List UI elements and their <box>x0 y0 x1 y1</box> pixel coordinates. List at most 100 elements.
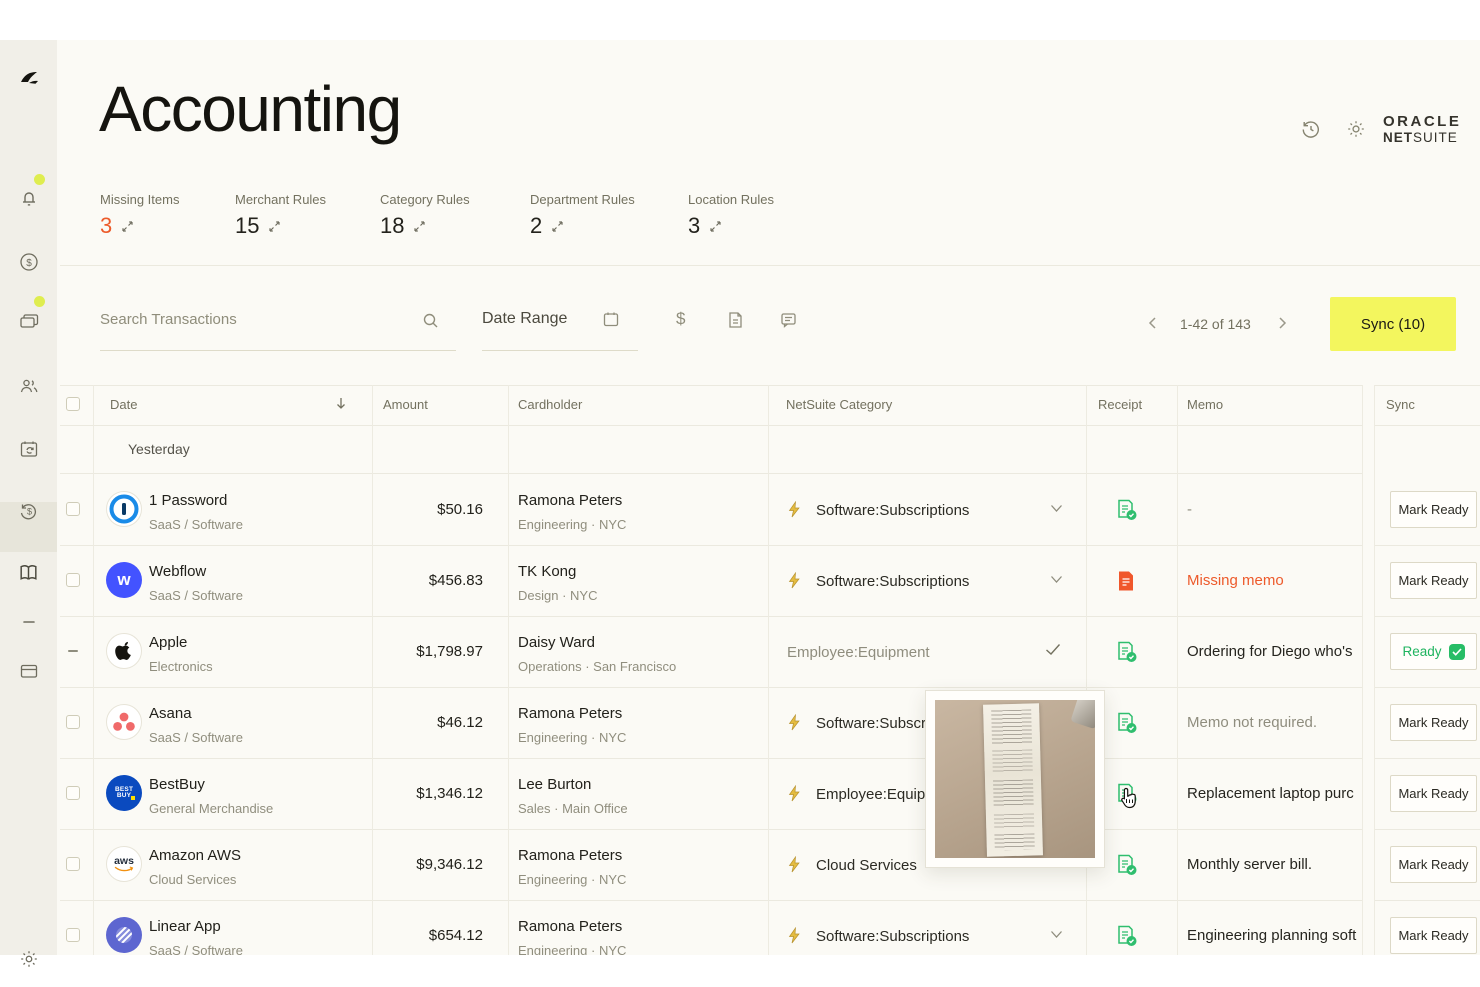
row-checkbox[interactable] <box>66 928 80 942</box>
memo-cell[interactable]: Monthly server bill. <box>1187 856 1359 873</box>
chevron-down-icon[interactable] <box>1050 930 1063 939</box>
chevron-down-icon[interactable] <box>1050 504 1063 513</box>
receipt-valid-icon[interactable] <box>1115 498 1138 522</box>
auto-category-lightning-icon <box>787 927 802 944</box>
merchant-type: SaaS / Software <box>149 730 243 745</box>
cards-icon[interactable] <box>0 301 57 341</box>
column-header-date[interactable]: Date <box>110 397 137 412</box>
mark-ready-button[interactable]: Mark Ready <box>1390 917 1477 954</box>
sort-desc-icon[interactable] <box>334 396 348 411</box>
column-header-memo[interactable]: Memo <box>1187 397 1223 412</box>
notifications-bell-icon[interactable] <box>0 178 57 218</box>
merchant-type: SaaS / Software <box>149 517 243 532</box>
stat-label: Merchant Rules <box>235 192 326 207</box>
receipt-missing-icon[interactable] <box>1116 570 1136 592</box>
receipt-filter-icon[interactable] <box>727 311 744 329</box>
pagination-prev-icon[interactable] <box>1146 316 1160 330</box>
integration-settings-gear-icon[interactable] <box>1345 118 1367 140</box>
merchant-name: BestBuy <box>149 776 205 793</box>
column-header-sync[interactable]: Sync <box>1386 397 1415 412</box>
row-checkbox[interactable] <box>66 786 80 800</box>
search-icon[interactable] <box>422 312 439 329</box>
stat-value: 3 <box>688 213 700 239</box>
stat-location-rules[interactable]: Location Rules 3 <box>688 192 774 239</box>
cardholder-detail: Engineering · NYC <box>518 517 626 532</box>
memo-cell[interactable]: Replacement laptop purc <box>1187 785 1359 802</box>
category-select[interactable]: Software:Subscriptions <box>816 573 1041 590</box>
page-title: Accounting <box>99 72 401 146</box>
chevron-down-icon[interactable] <box>1050 575 1063 584</box>
category-select[interactable]: Software:Subscriptions <box>816 502 1041 519</box>
header-divider <box>60 265 1480 266</box>
date-range-filter[interactable]: Date Range <box>482 310 567 328</box>
people-icon[interactable] <box>0 366 57 406</box>
memo-cell[interactable]: Engineering planning soft <box>1187 927 1359 944</box>
sync-button[interactable]: Sync (10) <box>1330 297 1456 351</box>
row-select-dash[interactable] <box>68 650 78 652</box>
svg-text:$: $ <box>26 258 32 269</box>
ready-button[interactable]: Ready <box>1390 633 1477 670</box>
expand-icon[interactable] <box>413 220 426 233</box>
merchant-logo-asana <box>106 704 142 740</box>
mark-ready-button[interactable]: Mark Ready <box>1390 704 1477 741</box>
column-header-amount[interactable]: Amount <box>383 397 428 412</box>
expand-icon[interactable] <box>551 220 564 233</box>
table-top-border <box>60 385 1362 386</box>
ramp-logo-icon[interactable] <box>0 58 57 98</box>
memo-cell[interactable]: Ordering for Diego who's <box>1187 643 1359 660</box>
netsuite-wordmark-bold: NET <box>1383 130 1413 145</box>
calendar-icon[interactable] <box>602 310 620 328</box>
mark-ready-button[interactable]: Mark Ready <box>1390 846 1477 883</box>
category-select[interactable]: Software:Subscriptions <box>816 928 1041 945</box>
receipt-valid-icon[interactable] <box>1115 711 1138 735</box>
row-checkbox[interactable] <box>66 715 80 729</box>
merchant-type: Cloud Services <box>149 872 236 887</box>
stat-department-rules[interactable]: Department Rules 2 <box>530 192 635 239</box>
column-header-receipt[interactable]: Receipt <box>1098 397 1142 412</box>
receipt-valid-icon[interactable] <box>1115 924 1138 948</box>
select-all-checkbox[interactable] <box>66 397 80 411</box>
table-row[interactable]: Linear App SaaS / Software $654.12 Ramon… <box>0 900 1480 955</box>
stat-category-rules[interactable]: Category Rules 18 <box>380 192 470 239</box>
row-checkbox[interactable] <box>66 502 80 516</box>
amount-filter-icon[interactable]: $ <box>676 309 685 329</box>
table-row[interactable]: Asana SaaS / Software $46.12 Ramona Pete… <box>0 687 1480 758</box>
table-row[interactable]: BEST BUY BestBuy General Merchandise $1,… <box>0 758 1480 829</box>
memo-filter-icon[interactable] <box>780 312 797 328</box>
memo-cell[interactable]: Missing memo <box>1187 572 1359 589</box>
receipt-valid-icon[interactable] <box>1115 640 1138 664</box>
expand-icon[interactable] <box>709 220 722 233</box>
table-row[interactable]: w Webflow SaaS / Software $456.83 TK Kon… <box>0 545 1480 616</box>
calendar-sync-icon[interactable] <box>0 429 57 469</box>
mark-ready-button[interactable]: Mark Ready <box>1390 562 1477 599</box>
row-checkbox[interactable] <box>66 857 80 871</box>
stat-value: 3 <box>100 213 112 239</box>
merchant-logo-webflow: w <box>106 562 142 598</box>
cards-badge <box>34 296 45 307</box>
memo-cell[interactable]: - <box>1187 501 1359 518</box>
mark-ready-button[interactable]: Mark Ready <box>1390 491 1477 528</box>
column-header-category[interactable]: NetSuite Category <box>786 397 892 412</box>
memo-cell[interactable]: Memo not required. <box>1187 714 1359 731</box>
stat-missing-items[interactable]: Missing Items 3 <box>100 192 179 239</box>
cardholder-detail: Engineering · NYC <box>518 872 626 887</box>
stat-merchant-rules[interactable]: Merchant Rules 15 <box>235 192 326 239</box>
category-confirmed[interactable]: Employee:Equipment <box>787 644 1037 661</box>
search-input[interactable]: Search Transactions <box>100 311 237 328</box>
oracle-wordmark: ORACLE <box>1383 114 1461 129</box>
row-checkbox[interactable] <box>66 573 80 587</box>
stat-label: Location Rules <box>688 192 774 207</box>
mark-ready-button[interactable]: Mark Ready <box>1390 775 1477 812</box>
pagination-next-icon[interactable] <box>1275 316 1289 330</box>
column-header-cardholder[interactable]: Cardholder <box>518 397 582 412</box>
receipt-valid-icon[interactable] <box>1115 853 1138 877</box>
bestbuy-tag <box>131 796 135 800</box>
table-row[interactable]: 1 Password SaaS / Software $50.16 Ramona… <box>0 474 1480 545</box>
sync-history-icon[interactable] <box>1300 118 1322 140</box>
spend-dollar-icon[interactable]: $ <box>0 242 57 282</box>
expand-icon[interactable] <box>121 220 134 233</box>
expand-icon[interactable] <box>268 220 281 233</box>
table-row[interactable]: Apple Electronics $1,798.97 Daisy Ward O… <box>0 616 1480 687</box>
table-row[interactable]: aws Amazon AWS Cloud Services $9,346.12 … <box>0 829 1480 900</box>
amount-cell: $654.12 <box>372 927 483 944</box>
